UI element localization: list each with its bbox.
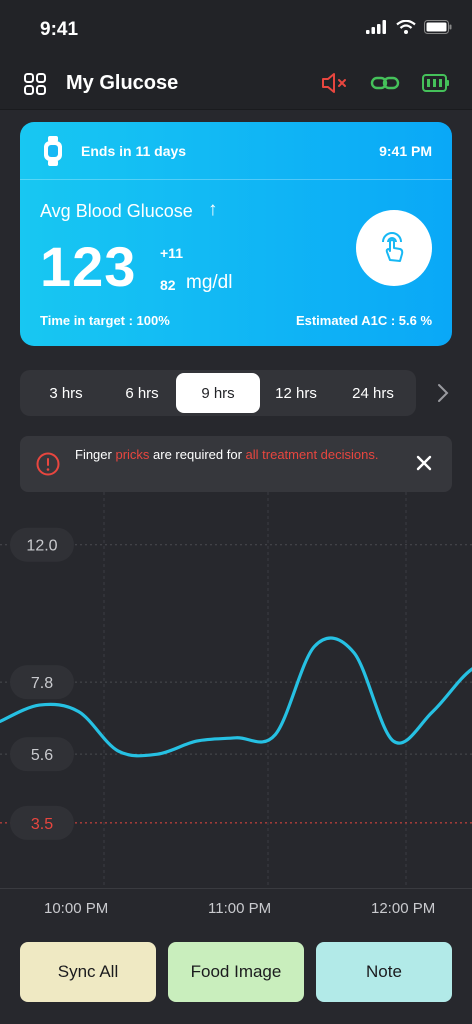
x-tick-label: 10:00 PM (44, 900, 109, 917)
sync-all-button[interactable]: Sync All (20, 942, 156, 1002)
status-time: 9:41 (40, 19, 79, 40)
mute-icon[interactable] (320, 70, 350, 96)
alert-text-4: all treatment decisions. (245, 447, 379, 462)
y-tick-label: 12.0 (26, 538, 57, 555)
alert-text-2: pricks (115, 447, 150, 462)
chart-divider (0, 888, 472, 889)
range-tab-6hrs[interactable]: 6 hrs (100, 373, 184, 413)
x-tick-label: 11:00 PM (208, 900, 272, 917)
page-title: My Glucose (66, 72, 179, 94)
glucose-line (0, 636, 472, 758)
sensor-ends-label: Ends in 11 days (81, 143, 187, 159)
status-bar: 9:41 (0, 0, 472, 58)
time-in-target: Time in target : 100% (40, 313, 170, 328)
y-tick-label: 5.6 (31, 747, 53, 764)
glucose-chart: 12.0 7.8 5.6 3.5 (0, 492, 472, 888)
wifi-icon (396, 20, 416, 34)
avg-glucose-value: 123 (40, 235, 137, 298)
y-tick-label: 3.5 (31, 816, 53, 833)
glucose-delta: +11 (160, 245, 183, 261)
note-button[interactable]: Note (316, 942, 452, 1002)
range-tab-3hrs[interactable]: 3 hrs (24, 373, 108, 413)
link-icon[interactable] (370, 71, 400, 95)
status-icons (366, 20, 452, 34)
avg-glucose-label: Avg Blood Glucose (40, 201, 193, 221)
finger-prick-alert: Finger pricks are required for all treat… (20, 436, 452, 492)
signal-icon (366, 20, 386, 34)
y-tick-label: 7.8 (31, 675, 53, 692)
chevron-right-icon[interactable] (436, 382, 450, 404)
time-range-selector: 3 hrs 6 hrs 9 hrs 12 hrs 24 hrs (20, 370, 416, 416)
x-tick-label: 12:00 PM (371, 900, 436, 917)
device-battery-icon[interactable] (422, 73, 450, 93)
glucose-unit: mg/dl (186, 272, 233, 293)
sensor-watch-icon (44, 136, 62, 166)
close-icon[interactable] (416, 455, 432, 471)
alert-text-3: are required for (149, 447, 246, 462)
alert-message: Finger pricks are required for all treat… (75, 445, 385, 465)
food-image-button[interactable]: Food Image (168, 942, 304, 1002)
glucose-summary-card: Ends in 11 days 9:41 PM Avg Blood Glucos… (20, 122, 452, 346)
battery-status-icon (424, 20, 452, 34)
glucose-secondary-value: 82 (160, 277, 176, 293)
card-time: 9:41 PM (379, 143, 432, 159)
range-tab-9hrs[interactable]: 9 hrs (176, 373, 260, 413)
estimated-a1c: Estimated A1C : 5.6 % (295, 313, 432, 328)
sensor-info-row: Ends in 11 days 9:41 PM (20, 122, 452, 180)
grid-menu-icon[interactable] (24, 73, 46, 95)
app-header: My Glucose (0, 58, 472, 110)
tap-scan-button[interactable] (356, 210, 432, 286)
alert-text-1: Finger (75, 447, 116, 462)
trend-up-arrow-icon: ↑ (208, 199, 218, 220)
touch-hand-icon (382, 232, 404, 262)
alert-info-icon (36, 452, 60, 476)
range-tab-24hrs[interactable]: 24 hrs (331, 373, 415, 413)
range-tab-12hrs[interactable]: 12 hrs (254, 373, 338, 413)
